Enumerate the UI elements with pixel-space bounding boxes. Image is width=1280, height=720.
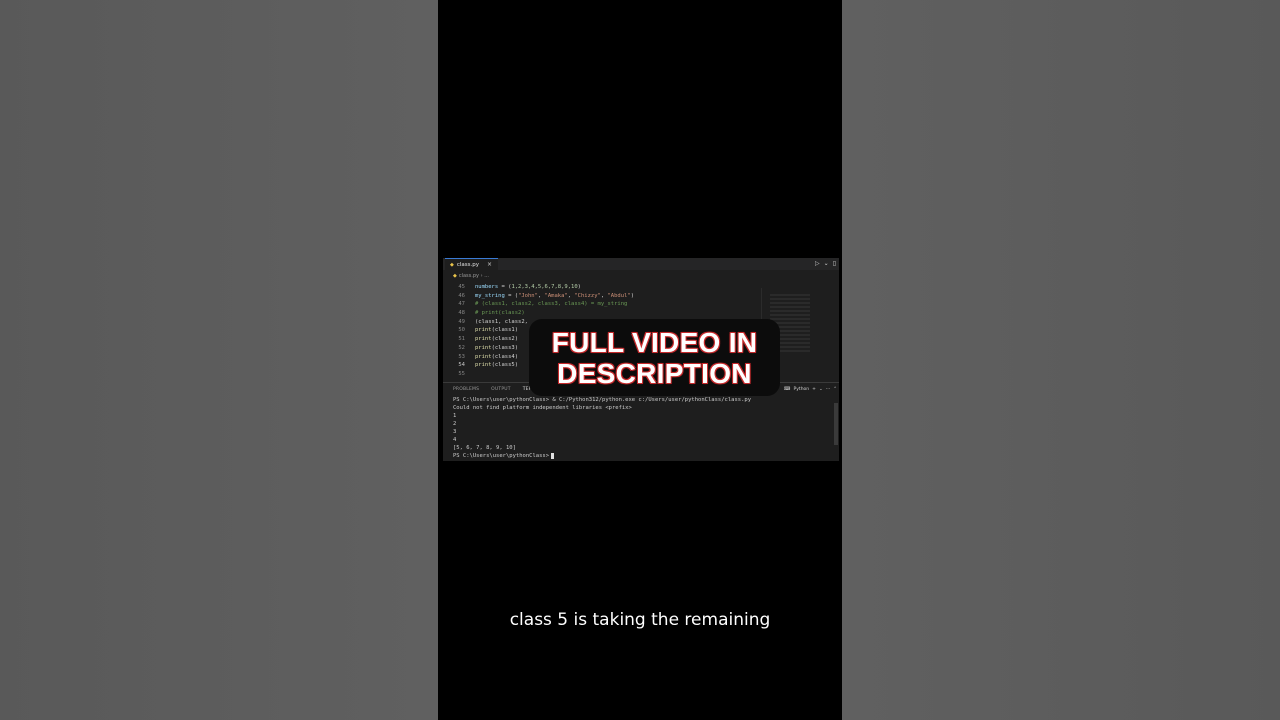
terminal-scrollbar[interactable]	[834, 403, 838, 445]
chevron-down-icon[interactable]: ⌄	[819, 387, 823, 392]
code-token: )	[577, 284, 581, 290]
run-icon[interactable]: ▷	[815, 260, 820, 267]
more-icon[interactable]: ⋯	[826, 387, 831, 392]
code-text: print(class5)	[475, 361, 518, 370]
code-token: "Abdul"	[607, 292, 631, 299]
line-number: 50	[458, 327, 465, 334]
code-token: "Amaka"	[544, 292, 568, 299]
full-video-banner: FULL VIDEO IN DESCRIPTION	[529, 319, 780, 396]
breadcrumb-file[interactable]: class.py	[459, 273, 479, 279]
code-token: (class3)	[491, 344, 519, 351]
line-number: 55	[458, 370, 465, 377]
terminal-line: 1	[453, 413, 457, 419]
code-token: "John"	[518, 292, 538, 299]
terminal-line: Could not find platform independent libr…	[453, 405, 632, 411]
code-token: # print(class2)	[475, 310, 525, 317]
code-text: (class1, class2,	[475, 318, 528, 327]
code-token: 1,2,3,4,5,6,7,8,9,10	[511, 284, 578, 290]
terminal-line: [5, 6, 7, 8, 9, 10]	[453, 445, 516, 451]
shell-label[interactable]: Python	[794, 387, 810, 392]
code-token: "Chizzy"	[574, 292, 601, 299]
terminal-line: 3	[453, 429, 457, 435]
banner-line-2: DESCRIPTION	[557, 358, 752, 389]
code-token: (class1, class2,	[475, 318, 528, 325]
line-number: 53	[458, 353, 465, 360]
subtitle-caption: class 5 is taking the remaining	[509, 610, 771, 630]
terminal-output[interactable]: PS C:\Users\user\pythonClass> & C:/Pytho…	[453, 396, 751, 460]
code-token: print	[475, 344, 492, 351]
code-token: (class2)	[491, 336, 519, 343]
code-text: print(class4)	[475, 353, 518, 362]
line-number: 47	[458, 301, 465, 308]
editor-tab-bar: ◆ class.py × ▷ ⌄ ▯	[443, 258, 839, 270]
line-number: 54	[458, 362, 465, 369]
code-token: print	[475, 336, 492, 343]
breadcrumb-more[interactable]: ...	[484, 273, 489, 279]
chevron-down-icon[interactable]: ⌄	[824, 260, 829, 267]
breadcrumb: ◆ class.py › ...	[453, 273, 489, 279]
code-text: numbers = (1,2,3,4,5,6,7,8,9,10)	[475, 283, 581, 292]
code-token: ,	[600, 292, 608, 299]
terminal-prompt[interactable]: PS C:\Users\user\pythonClass>	[453, 452, 751, 460]
code-token: (class1)	[491, 327, 519, 334]
tab-output[interactable]: OUTPUT	[491, 387, 511, 392]
terminal-cursor	[551, 452, 555, 459]
code-text: # print(class2)	[475, 309, 525, 318]
close-tab-icon[interactable]: ×	[487, 261, 492, 268]
line-number: 52	[458, 344, 465, 351]
banner-line-1: FULL VIDEO IN	[551, 327, 758, 358]
code-token: (class5)	[491, 362, 519, 369]
line-number: 45	[458, 284, 465, 290]
prompt-text: PS C:\Users\user\pythonClass>	[453, 453, 550, 459]
line-number: 46	[458, 292, 465, 299]
line-number: 49	[458, 318, 465, 325]
tab-problems[interactable]: PROBLEMS	[453, 387, 479, 392]
code-text: print(class1)	[475, 326, 518, 335]
tab-label: class.py	[456, 262, 480, 268]
terminal-icon: ⌨	[784, 387, 791, 392]
terminal-line: 4	[453, 437, 457, 443]
add-terminal-icon[interactable]: +	[812, 387, 816, 392]
code-token: numbers	[475, 284, 499, 290]
code-token: = (	[498, 284, 512, 290]
python-file-icon: ◆	[450, 262, 454, 268]
code-token: print	[475, 327, 492, 334]
line-number: 51	[458, 336, 465, 343]
split-editor-icon[interactable]: ▯	[833, 260, 836, 267]
code-text: # (class1, class2, class3, class4) = my_…	[475, 300, 627, 309]
code-token: my_string	[475, 292, 505, 299]
right-blur-background	[842, 0, 1280, 720]
code-text: print(class2)	[475, 335, 518, 344]
code-token: # (class1, class2, class3, class4) = my_…	[475, 301, 628, 308]
left-blur-background	[0, 0, 438, 720]
chevron-up-icon[interactable]: ⌃	[833, 387, 837, 392]
code-text: my_string = ("John", "Amaka", "Chizzy", …	[475, 292, 634, 301]
python-file-icon: ◆	[453, 273, 457, 279]
code-token: print	[475, 353, 492, 360]
banner-text: FULL VIDEO IN DESCRIPTION	[529, 327, 780, 389]
terminal-line: 2	[453, 421, 457, 427]
editor-actions: ▷ ⌄ ▯	[811, 258, 836, 270]
code-text: print(class3)	[475, 344, 518, 353]
terminal-line: PS C:\Users\user\pythonClass> & C:/Pytho…	[453, 397, 752, 403]
code-token: = (	[504, 292, 519, 299]
code-token: (class4)	[491, 353, 519, 360]
panel-actions: ⌨ Python + ⌄ ⋯ ⌃	[781, 385, 837, 394]
code-token: )	[630, 292, 634, 299]
line-number: 48	[458, 310, 465, 317]
code-token: ,	[537, 292, 545, 299]
tab-class-py[interactable]: ◆ class.py ×	[445, 258, 499, 270]
code-token: print	[475, 362, 492, 369]
